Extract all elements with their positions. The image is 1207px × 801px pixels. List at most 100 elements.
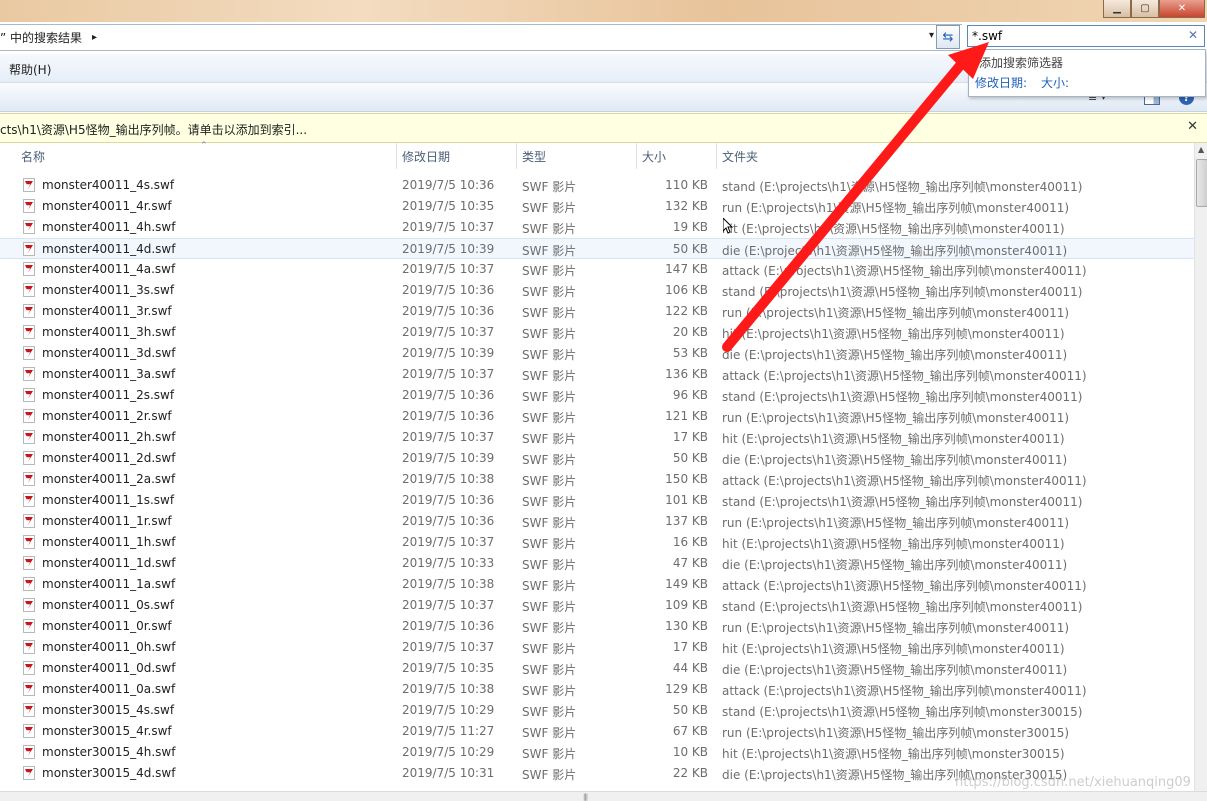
file-row[interactable]: monster40011_4d.swf 2019/7/5 10:39 SWF 影片 5…: [0, 238, 1194, 259]
file-row[interactable]: monster40011_3r.swf 2019/7/5 10:36 SWF 影片 1…: [0, 301, 1194, 322]
file-name: monster40011_4r.swf: [42, 199, 172, 213]
file-name: monster40011_2h.swf: [42, 430, 176, 444]
minimize-button[interactable]: ▁: [1103, 0, 1131, 18]
file-row[interactable]: monster40011_2a.swf 2019/7/5 10:38 SWF 影片 1…: [0, 469, 1194, 490]
refresh-button[interactable]: ⇆: [936, 25, 960, 49]
menu-help[interactable]: 帮助(H): [9, 61, 51, 78]
close-button[interactable]: ✕: [1159, 0, 1205, 18]
file-row[interactable]: monster40011_1h.swf 2019/7/5 10:37 SWF 影片 1…: [0, 532, 1194, 553]
file-size: 106 KB: [665, 283, 708, 297]
file-row[interactable]: monster30015_4s.swf 2019/7/5 10:29 SWF 影片 5…: [0, 700, 1194, 721]
file-row[interactable]: monster40011_2s.swf 2019/7/5 10:36 SWF 影片 9…: [0, 385, 1194, 406]
swf-file-icon: [23, 703, 35, 717]
file-row[interactable]: monster40011_2r.swf 2019/7/5 10:36 SWF 影片 1…: [0, 406, 1194, 427]
file-row[interactable]: monster40011_3s.swf 2019/7/5 10:36 SWF 影片 1…: [0, 280, 1194, 301]
file-row[interactable]: monster40011_0r.swf 2019/7/5 10:36 SWF 影片 1…: [0, 616, 1194, 637]
file-row[interactable]: monster40011_0s.swf 2019/7/5 10:37 SWF 影片 1…: [0, 595, 1194, 616]
address-bar[interactable]: ” 中的搜索结果 ▸ ▾: [0, 24, 962, 51]
search-box[interactable]: ✕: [967, 25, 1205, 47]
file-folder: die (E:\projects\h1\资源\H5怪物_输出序列帧\monste…: [722, 348, 1068, 362]
swf-file-icon: [23, 220, 35, 234]
address-dropdown-icon[interactable]: ▾: [929, 30, 934, 41]
file-row[interactable]: monster40011_1a.swf 2019/7/5 10:38 SWF 影片 1…: [0, 574, 1194, 595]
breadcrumb-chevron-icon[interactable]: ▸: [92, 32, 97, 43]
file-folder: stand (E:\projects\h1\资源\H5怪物_输出序列帧\mons…: [722, 285, 1083, 299]
info-bar-close-icon[interactable]: ✕: [1187, 119, 1198, 134]
file-folder: attack (E:\projects\h1\资源\H5怪物_输出序列帧\mon…: [722, 684, 1087, 698]
swf-file-icon: [23, 409, 35, 423]
swf-file-icon: [23, 514, 35, 528]
file-row[interactable]: monster40011_2h.swf 2019/7/5 10:37 SWF 影片 1…: [0, 427, 1194, 448]
column-divider[interactable]: [636, 143, 637, 169]
file-date: 2019/7/5 10:38: [402, 577, 495, 591]
file-row[interactable]: monster40011_1d.swf 2019/7/5 10:33 SWF 影片 4…: [0, 553, 1194, 574]
file-row[interactable]: monster30015_4h.swf 2019/7/5 10:29 SWF 影片 1…: [0, 742, 1194, 763]
maximize-button[interactable]: ▢: [1131, 0, 1159, 18]
file-name: monster40011_3s.swf: [42, 283, 175, 297]
file-type: SWF 影片: [522, 768, 577, 782]
file-row[interactable]: monster40011_0a.swf 2019/7/5 10:38 SWF 影片 1…: [0, 679, 1194, 700]
file-folder: run (E:\projects\h1\资源\H5怪物_输出序列帧\monste…: [722, 621, 1070, 635]
search-input[interactable]: [972, 27, 1172, 45]
file-folder: hit (E:\projects\h1\资源\H5怪物_输出序列帧\monste…: [722, 747, 1065, 761]
file-name: monster40011_0h.swf: [42, 640, 176, 654]
file-name: monster40011_4d.swf: [42, 242, 176, 256]
info-bar-text[interactable]: cts\h1\资源\H5怪物_输出序列帧。请单击以添加到索引...: [0, 121, 307, 138]
file-name: monster40011_0a.swf: [42, 682, 176, 696]
breadcrumb[interactable]: ” 中的搜索结果: [0, 29, 82, 46]
file-type: SWF 影片: [522, 244, 577, 258]
file-size: 129 KB: [665, 682, 708, 696]
size-filter[interactable]: 大小:: [1041, 74, 1069, 91]
swf-file-icon: [23, 619, 35, 633]
file-date: 2019/7/5 10:29: [402, 703, 495, 717]
column-divider[interactable]: [396, 143, 397, 169]
file-row[interactable]: monster40011_3a.swf 2019/7/5 10:37 SWF 影片 1…: [0, 364, 1194, 385]
file-row[interactable]: monster40011_1r.swf 2019/7/5 10:36 SWF 影片 1…: [0, 511, 1194, 532]
file-size: 47 KB: [672, 556, 708, 570]
swf-file-icon: [23, 535, 35, 549]
file-row[interactable]: monster30015_4r.swf 2019/7/5 11:27 SWF 影片 6…: [0, 721, 1194, 742]
column-header-name[interactable]: 名称: [21, 148, 45, 165]
column-divider[interactable]: [716, 143, 717, 169]
file-row[interactable]: monster40011_4s.swf 2019/7/5 10:36 SWF 影片 1…: [0, 175, 1194, 196]
file-folder: hit (E:\projects\h1\资源\H5怪物_输出序列帧\monste…: [722, 537, 1065, 551]
file-name: monster40011_3d.swf: [42, 346, 176, 360]
file-type: SWF 影片: [522, 495, 577, 509]
file-row[interactable]: monster40011_4a.swf 2019/7/5 10:37 SWF 影片 1…: [0, 259, 1194, 280]
file-row[interactable]: monster40011_2d.swf 2019/7/5 10:39 SWF 影片 5…: [0, 448, 1194, 469]
column-header-date[interactable]: 修改日期: [402, 148, 450, 165]
file-name: monster40011_4a.swf: [42, 262, 176, 276]
file-size: 149 KB: [665, 577, 708, 591]
file-row[interactable]: monster40011_3h.swf 2019/7/5 10:37 SWF 影片 2…: [0, 322, 1194, 343]
file-size: 122 KB: [665, 304, 708, 318]
column-header-size[interactable]: 大小: [642, 148, 666, 165]
column-divider[interactable]: [516, 143, 517, 169]
scroll-up-icon[interactable]: ▲: [1198, 145, 1204, 154]
clear-search-icon[interactable]: ✕: [1188, 28, 1198, 42]
file-type: SWF 影片: [522, 264, 577, 278]
swf-file-icon: [23, 388, 35, 402]
scroll-thumb[interactable]: [1196, 159, 1207, 207]
swf-file-icon: [23, 556, 35, 570]
file-size: 50 KB: [672, 242, 708, 256]
swf-file-icon: [23, 346, 35, 360]
file-folder: stand (E:\projects\h1\资源\H5怪物_输出序列帧\mons…: [722, 600, 1083, 614]
file-row[interactable]: monster40011_0h.swf 2019/7/5 10:37 SWF 影片 1…: [0, 637, 1194, 658]
file-name: monster40011_0s.swf: [42, 598, 175, 612]
column-header-folder[interactable]: 文件夹: [722, 148, 758, 165]
file-row[interactable]: monster40011_1s.swf 2019/7/5 10:36 SWF 影片 1…: [0, 490, 1194, 511]
file-size: 121 KB: [665, 409, 708, 423]
file-folder: stand (E:\projects\h1\资源\H5怪物_输出序列帧\mons…: [722, 390, 1083, 404]
file-row[interactable]: monster40011_3d.swf 2019/7/5 10:39 SWF 影片 5…: [0, 343, 1194, 364]
file-folder: hit (E:\projects\h1\资源\H5怪物_输出序列帧\monste…: [722, 222, 1065, 236]
vertical-scrollbar[interactable]: ▲: [1194, 143, 1207, 791]
index-info-bar[interactable]: cts\h1\资源\H5怪物_输出序列帧。请单击以添加到索引... ✕: [0, 113, 1207, 143]
file-date: 2019/7/5 10:38: [402, 682, 495, 696]
file-name: monster40011_1h.swf: [42, 535, 176, 549]
file-row[interactable]: monster40011_4h.swf 2019/7/5 10:37 SWF 影片 1…: [0, 217, 1194, 238]
file-row[interactable]: monster40011_0d.swf 2019/7/5 10:35 SWF 影片 4…: [0, 658, 1194, 679]
file-name: monster40011_0d.swf: [42, 661, 176, 675]
column-header-type[interactable]: 类型: [522, 148, 546, 165]
date-modified-filter[interactable]: 修改日期:: [975, 74, 1027, 91]
file-row[interactable]: monster40011_4r.swf 2019/7/5 10:35 SWF 影片 1…: [0, 196, 1194, 217]
